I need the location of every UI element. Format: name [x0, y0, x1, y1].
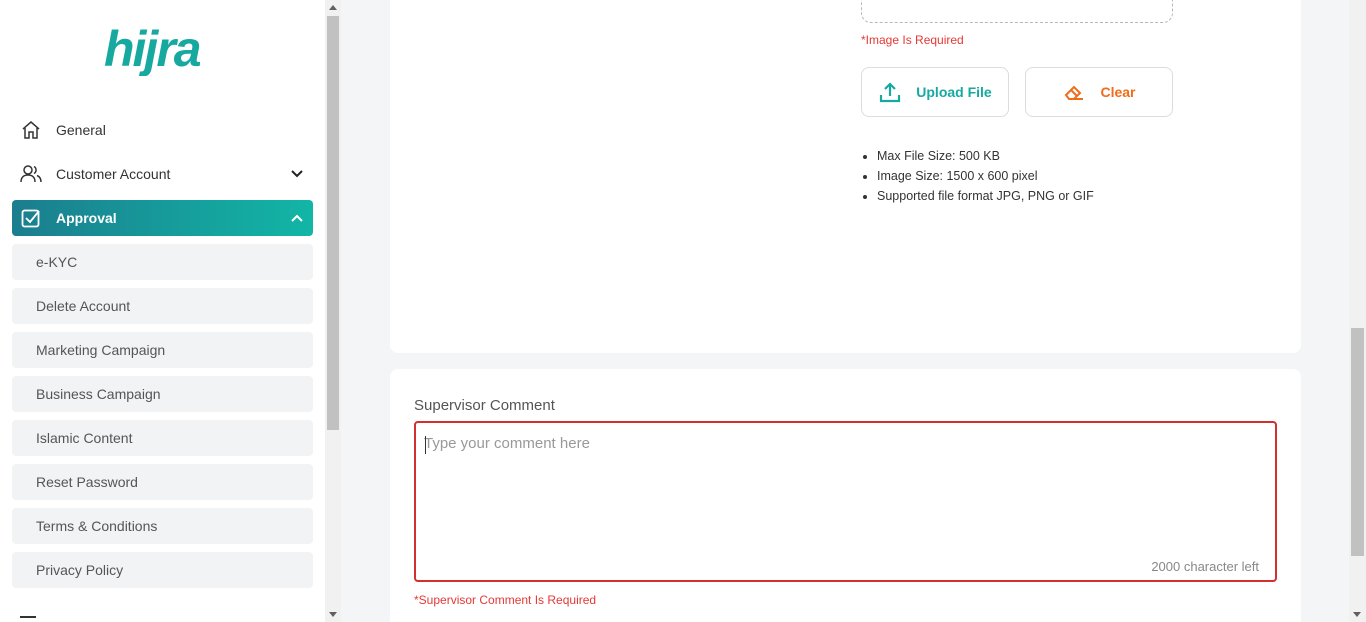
- scroll-down-arrow-icon[interactable]: [329, 612, 337, 617]
- sidebar-item-privacy-policy[interactable]: Privacy Policy: [12, 552, 313, 588]
- sidebar-item-marketing-campaign[interactable]: Marketing Campaign: [12, 332, 313, 368]
- supervisor-comment-box: 2000 character left: [414, 421, 1277, 582]
- upload-file-label: Upload File: [916, 84, 992, 100]
- scroll-up-arrow-icon[interactable]: [329, 5, 337, 10]
- supervisor-comment-card: Supervisor Comment 2000 character left *…: [390, 369, 1301, 622]
- supervisor-comment-label: Supervisor Comment: [414, 397, 555, 414]
- sidebar-item-islamic-content[interactable]: Islamic Content: [12, 420, 313, 456]
- scroll-down-arrow-icon[interactable]: [1353, 612, 1361, 617]
- upload-file-button[interactable]: Upload File: [861, 67, 1009, 117]
- home-icon: [20, 119, 42, 141]
- sidebar-item-business-campaign[interactable]: Business Campaign: [12, 376, 313, 412]
- svg-text:hijra: hijra: [104, 22, 201, 76]
- sidebar-item-label: Approval: [56, 210, 117, 226]
- check-square-icon: [20, 207, 42, 229]
- rule-file-format: Supported file format JPG, PNG or GIF: [877, 186, 1094, 206]
- sidebar-item-delete-account[interactable]: Delete Account: [12, 288, 313, 324]
- sidebar-scroll-thumb[interactable]: [327, 16, 339, 430]
- chevron-up-icon[interactable]: [291, 212, 303, 224]
- clear-label: Clear: [1100, 84, 1136, 100]
- sidebar-item-reset-password[interactable]: Reset Password: [12, 464, 313, 500]
- eraser-icon: [1062, 80, 1086, 104]
- image-dropzone[interactable]: [861, 0, 1173, 23]
- chevron-down-icon[interactable]: [291, 168, 303, 180]
- sidebar: hijra General Customer Account Approval: [0, 0, 325, 622]
- clear-button[interactable]: Clear: [1025, 67, 1173, 117]
- main-scrollbar[interactable]: [1349, 0, 1366, 622]
- sidebar-item-label: Customer Account: [56, 166, 171, 182]
- rule-max-file-size: Max File Size: 500 KB: [877, 146, 1094, 166]
- sidebar-item-general[interactable]: General: [12, 108, 313, 152]
- sidebar-item-customer-account[interactable]: Customer Account: [12, 152, 313, 196]
- text-caret: [425, 436, 426, 454]
- supervisor-comment-error: *Supervisor Comment Is Required: [414, 593, 597, 607]
- sidebar-scrollbar[interactable]: [325, 0, 341, 622]
- image-required-error: *Image Is Required: [861, 33, 964, 47]
- upload-icon: [878, 80, 902, 104]
- rule-image-size: Image Size: 1500 x 600 pixel: [877, 166, 1094, 186]
- hijra-logo: hijra: [104, 21, 222, 77]
- next-nav-item-peek: [20, 616, 36, 622]
- supervisor-comment-input[interactable]: [424, 435, 1264, 545]
- character-counter: 2000 character left: [1151, 559, 1259, 574]
- upload-card: *Image Is Required Upload File Clear Max…: [390, 0, 1301, 353]
- sidebar-item-approval[interactable]: Approval: [12, 200, 313, 236]
- approval-submenu: e-KYC Delete Account Marketing Campaign …: [12, 244, 313, 596]
- main-scroll-thumb[interactable]: [1351, 328, 1364, 556]
- nav-main: General Customer Account Approval: [12, 108, 313, 236]
- upload-requirements-list: Max File Size: 500 KB Image Size: 1500 x…: [877, 146, 1094, 206]
- sidebar-item-terms-conditions[interactable]: Terms & Conditions: [12, 508, 313, 544]
- users-icon: [20, 163, 42, 185]
- sidebar-item-ekyc[interactable]: e-KYC: [12, 244, 313, 280]
- sidebar-item-label: General: [56, 122, 106, 138]
